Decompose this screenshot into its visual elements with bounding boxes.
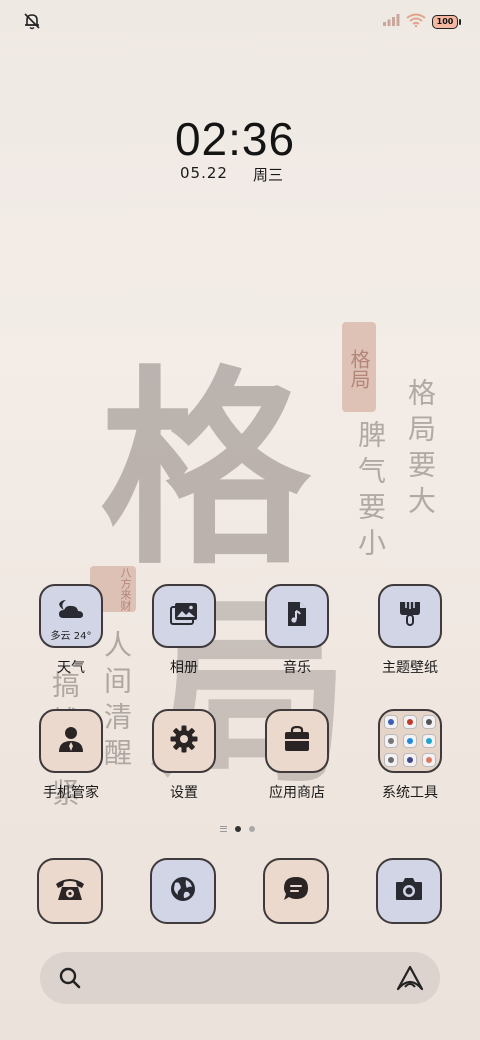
browser-globe-icon: [169, 875, 197, 907]
app-label: 应用商店: [269, 785, 325, 801]
app-phone-manager[interactable]: 手机管家: [23, 709, 119, 802]
page-indicator-dot-active[interactable]: [235, 826, 241, 832]
page-indicator-feed[interactable]: [220, 826, 227, 832]
battery-indicator: 100: [432, 14, 461, 29]
folder-icon[interactable]: [378, 709, 442, 773]
app-label: 音乐: [283, 660, 311, 676]
settings-tile[interactable]: [152, 709, 216, 773]
music-file-icon: [286, 600, 308, 632]
app-label: 系统工具: [382, 785, 438, 801]
message-icon: [282, 875, 310, 907]
clock-time: 02:36: [174, 113, 296, 165]
page-indicator[interactable]: [220, 826, 255, 832]
music-tile[interactable]: [265, 584, 329, 648]
weather-temp: 多云 24°: [50, 631, 92, 642]
bell-off-icon: [22, 11, 42, 31]
camera-icon: [394, 876, 424, 906]
wallpaper-seal: 格局: [342, 322, 376, 412]
folder-app-icon: [403, 734, 417, 748]
folder-app-icon: [403, 753, 417, 767]
wallpaper-line-2: 脾气要小: [354, 420, 387, 564]
clock-date: 05.22: [180, 164, 228, 182]
app-store[interactable]: 应用商店: [249, 709, 345, 802]
dock-browser[interactable]: [135, 858, 231, 924]
app-settings[interactable]: 设置: [136, 709, 232, 802]
themes-tile[interactable]: [378, 584, 442, 648]
app-weather[interactable]: 多云 24° 天气: [23, 584, 119, 677]
gallery-tile[interactable]: [152, 584, 216, 648]
app-label: 天气: [57, 660, 85, 676]
wallpaper-line-1: 格局要大: [404, 378, 437, 522]
folder-app-icon: [422, 715, 436, 729]
app-label: 相册: [170, 660, 198, 676]
weather-cloud-moon-icon: [56, 598, 86, 626]
wifi-icon: [406, 12, 426, 31]
folder-app-icon: [384, 753, 398, 767]
gallery-icon: [170, 602, 198, 630]
gear-icon: [169, 724, 199, 758]
clock-weekday: 周三: [253, 166, 284, 184]
dock-messages[interactable]: [248, 858, 344, 924]
app-store-tile[interactable]: [265, 709, 329, 773]
messages-tile[interactable]: [263, 858, 329, 924]
folder-app-icon: [422, 734, 436, 748]
ai-assistant-icon[interactable]: [396, 965, 424, 995]
wallpaper-char-1: 格: [100, 346, 311, 593]
app-system-tools-folder[interactable]: 系统工具: [362, 709, 458, 802]
shopping-bag-icon: [283, 725, 311, 756]
page-indicator-dot[interactable]: [249, 826, 255, 832]
manager-person-icon: [58, 725, 84, 757]
paint-brush-icon: [397, 600, 423, 632]
weather-tile[interactable]: 多云 24°: [39, 584, 103, 648]
app-label: 手机管家: [43, 785, 99, 801]
phone-manager-tile[interactable]: [39, 709, 103, 773]
folder-app-icon: [403, 715, 417, 729]
signal-bars-icon: [382, 12, 400, 31]
dock-camera[interactable]: [361, 858, 457, 924]
app-label: 主题壁纸: [382, 660, 438, 676]
app-music[interactable]: 音乐: [249, 584, 345, 677]
folder-app-icon: [384, 715, 398, 729]
app-label: 设置: [170, 785, 198, 801]
dock-phone[interactable]: [22, 858, 118, 924]
phone-icon: [54, 875, 86, 907]
search-icon[interactable]: [58, 966, 82, 994]
clock-widget[interactable]: 02:36 05.22 周三: [0, 112, 470, 184]
browser-tile[interactable]: [150, 858, 216, 924]
search-bar[interactable]: [40, 952, 440, 1004]
phone-tile[interactable]: [37, 858, 103, 924]
folder-preview-grid: [384, 715, 436, 767]
status-bar: 100: [0, 0, 480, 40]
app-gallery[interactable]: 相册: [136, 584, 232, 677]
app-themes[interactable]: 主题壁纸: [362, 584, 458, 677]
folder-app-icon: [384, 734, 398, 748]
folder-app-icon: [422, 753, 436, 767]
camera-tile[interactable]: [376, 858, 442, 924]
